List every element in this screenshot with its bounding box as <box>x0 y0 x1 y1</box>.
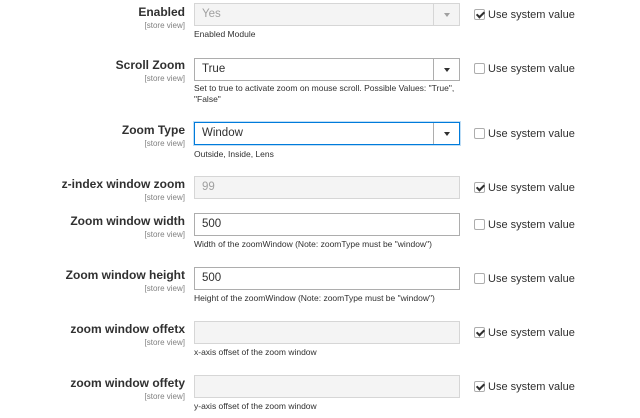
scope-label: [store view] <box>144 193 185 202</box>
checkbox-checked-icon[interactable] <box>474 9 485 20</box>
dropdown-arrow-icon <box>433 4 459 25</box>
scroll-zoom-select[interactable]: True <box>194 58 460 81</box>
zoom-type-select[interactable]: Window <box>194 122 460 145</box>
use-system-label: Use system value <box>488 219 575 231</box>
field-note: Width of the zoomWindow (Note: zoomType … <box>194 239 432 249</box>
offset-y-input[interactable] <box>194 375 460 398</box>
select-value: Yes <box>202 8 221 20</box>
field-title: zoom window offety <box>70 376 185 390</box>
input-value: 500 <box>202 272 222 284</box>
z-index-input[interactable]: 99 <box>194 176 460 199</box>
zoom-height-input[interactable]: 500 <box>194 267 460 290</box>
checkbox-icon[interactable] <box>474 219 485 230</box>
scope-label: [store view] <box>144 139 185 148</box>
field-note: Outside, Inside, Lens <box>194 149 274 159</box>
scope-label: [store view] <box>144 74 185 83</box>
field-note: Height of the zoomWindow (Note: zoomType… <box>194 293 435 303</box>
use-system-value-z-index[interactable]: Use system value <box>474 181 575 195</box>
use-system-value-offset-x[interactable]: Use system value <box>474 326 575 340</box>
zoom-width-input[interactable]: 500 <box>194 213 460 236</box>
use-system-value-zoom-type[interactable]: Use system value <box>474 127 575 141</box>
use-system-value-enabled[interactable]: Use system value <box>474 8 575 22</box>
field-note: Enabled Module <box>194 29 256 39</box>
checkbox-icon[interactable] <box>474 273 485 284</box>
scope-label: [store view] <box>144 392 185 401</box>
checkbox-icon[interactable] <box>474 128 485 139</box>
field-title: z-index window zoom <box>61 177 185 191</box>
field-label-zoom-type: Zoom Type [store view] <box>5 123 185 149</box>
dropdown-arrow-icon <box>433 123 459 144</box>
scope-label: [store view] <box>144 21 185 30</box>
checkbox-checked-icon[interactable] <box>474 182 485 193</box>
field-label-offset-y: zoom window offety [store view] <box>5 376 185 402</box>
field-title: zoom window offetx <box>70 322 185 336</box>
field-label-enabled: Enabled [store view] <box>5 5 185 31</box>
field-note: Set to true to activate zoom on mouse sc… <box>194 83 455 104</box>
field-label-scroll-zoom: Scroll Zoom [store view] <box>5 58 185 84</box>
offset-x-input[interactable] <box>194 321 460 344</box>
use-system-value-zoom-height[interactable]: Use system value <box>474 272 575 286</box>
input-value: 500 <box>202 218 222 230</box>
use-system-label: Use system value <box>488 273 575 285</box>
select-value: True <box>202 63 226 75</box>
scope-label: [store view] <box>144 230 185 239</box>
scope-label: [store view] <box>144 338 185 347</box>
checkbox-icon[interactable] <box>474 63 485 74</box>
use-system-label: Use system value <box>488 182 575 194</box>
select-value: Window <box>202 127 243 139</box>
field-label-z-index: z-index window zoom [store view] <box>5 177 185 203</box>
checkbox-checked-icon[interactable] <box>474 381 485 392</box>
field-title: Zoom Type <box>121 123 185 137</box>
use-system-label: Use system value <box>488 381 575 393</box>
field-title: Zoom window width <box>70 214 185 228</box>
field-label-zoom-width: Zoom window width [store view] <box>5 214 185 240</box>
use-system-value-offset-y[interactable]: Use system value <box>474 380 575 394</box>
field-label-zoom-height: Zoom window height [store view] <box>5 268 185 294</box>
checkbox-checked-icon[interactable] <box>474 327 485 338</box>
use-system-label: Use system value <box>488 327 575 339</box>
use-system-label: Use system value <box>488 9 575 21</box>
field-note: y-axis offset of the zoom window <box>194 401 317 411</box>
field-title: Zoom window height <box>65 268 185 282</box>
field-title: Enabled <box>138 5 185 19</box>
use-system-value-scroll-zoom[interactable]: Use system value <box>474 62 575 76</box>
field-label-offset-x: zoom window offetx [store view] <box>5 322 185 348</box>
use-system-label: Use system value <box>488 128 575 140</box>
field-note: x-axis offset of the zoom window <box>194 347 317 357</box>
enabled-select[interactable]: Yes <box>194 3 460 26</box>
field-title: Scroll Zoom <box>115 58 185 72</box>
use-system-label: Use system value <box>488 63 575 75</box>
use-system-value-zoom-width[interactable]: Use system value <box>474 218 575 232</box>
input-value: 99 <box>202 181 215 193</box>
dropdown-arrow-icon <box>433 59 459 80</box>
scope-label: [store view] <box>144 284 185 293</box>
